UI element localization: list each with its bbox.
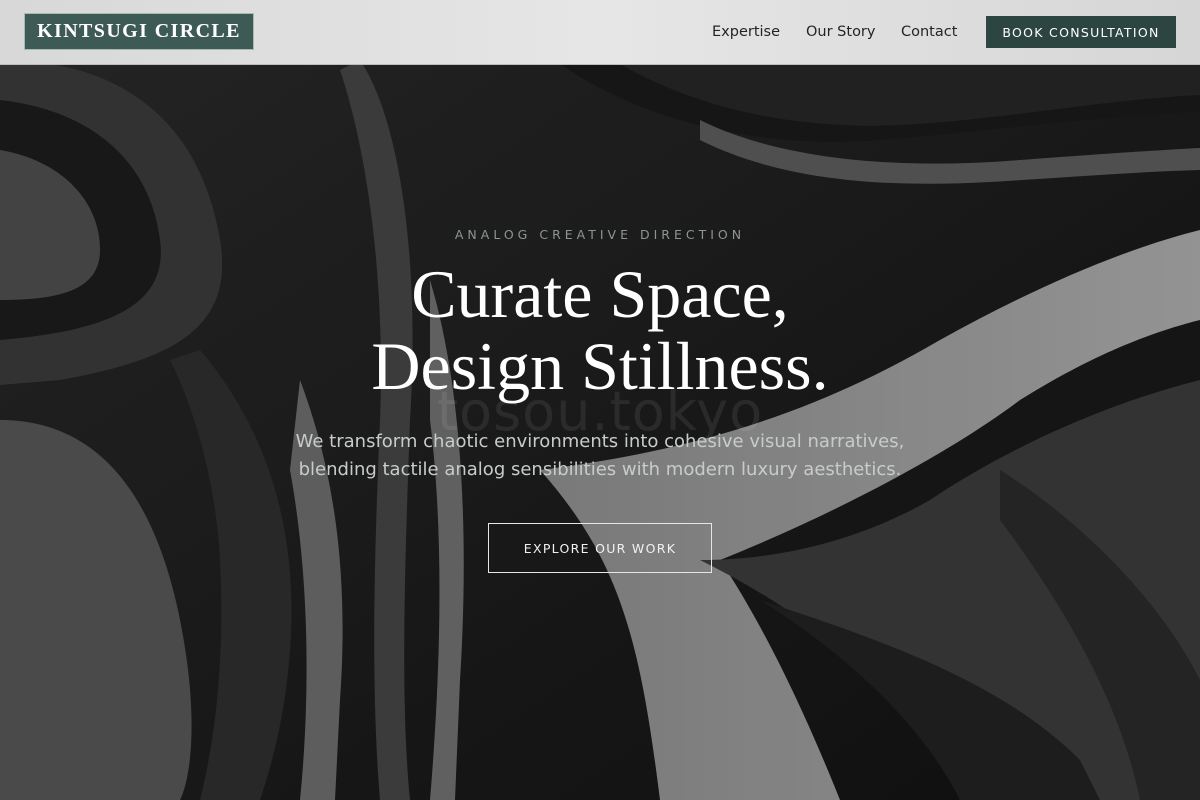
- hero-headline-line-1: Curate Space,: [411, 256, 789, 332]
- explore-our-work-button[interactable]: EXPLORE OUR WORK: [488, 523, 712, 573]
- hero-subtext-line-1: We transform chaotic environments into c…: [295, 431, 905, 452]
- logo[interactable]: KINTSUGI CIRCLE: [24, 13, 254, 50]
- nav-link-contact[interactable]: Contact: [901, 0, 957, 64]
- book-consultation-button[interactable]: BOOK CONSULTATION: [986, 16, 1176, 48]
- nav-link-our-story[interactable]: Our Story: [806, 0, 875, 64]
- hero-eyebrow: ANALOG CREATIVE DIRECTION: [454, 227, 746, 242]
- hero-subtext: We transform chaotic environments into c…: [0, 428, 1200, 484]
- hero-subtext-line-2: blending tactile analog sensibilities wi…: [298, 459, 902, 480]
- logo-text: KINTSUGI CIRCLE: [37, 20, 241, 42]
- site-header: KINTSUGI CIRCLE Expertise Our Story Cont…: [0, 0, 1200, 65]
- nav-link-expertise[interactable]: Expertise: [712, 0, 780, 64]
